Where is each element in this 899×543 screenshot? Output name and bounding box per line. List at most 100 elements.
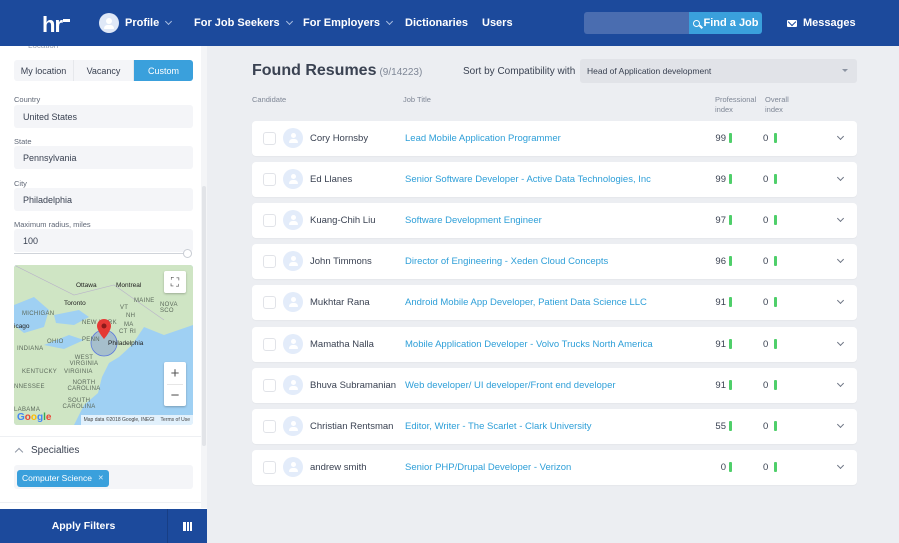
resume-row[interactable]: Mukhtar Rana Android Mobile App Developer…: [252, 285, 857, 321]
state-field[interactable]: Pennsylvania: [14, 146, 193, 169]
expand-chevron-icon[interactable]: [836, 132, 845, 141]
radius-slider-track[interactable]: [14, 253, 189, 254]
expand-chevron-icon[interactable]: [836, 215, 845, 223]
fullscreen-button[interactable]: ⛶: [164, 271, 186, 293]
row-checkbox[interactable]: [263, 337, 276, 351]
row-checkbox[interactable]: [263, 460, 276, 474]
candidate-name[interactable]: Christian Rentsman: [310, 421, 393, 432]
expand-chevron-icon[interactable]: [836, 174, 845, 182]
tab-vacancy[interactable]: Vacancy: [74, 60, 134, 81]
map-label: SOUTH CAROLINA: [62, 398, 96, 410]
map-label: OHIO: [47, 339, 64, 345]
radius-slider-handle[interactable]: [183, 249, 192, 258]
overall-index-value: 0: [763, 256, 769, 268]
specialty-tag-label: Computer Science: [22, 473, 92, 483]
candidate-name[interactable]: andrew smith: [310, 462, 367, 473]
city-field[interactable]: Philadelphia: [14, 188, 193, 211]
overall-index-bar: [774, 297, 777, 308]
overall-index-bar: [774, 379, 777, 390]
resume-row[interactable]: Bhuva Subramanian Web developer/ UI devel…: [252, 367, 857, 403]
zoom-out-button[interactable]: −: [167, 384, 183, 406]
job-title-link[interactable]: Software Development Engineer: [405, 215, 542, 226]
job-title-link[interactable]: Mobile Application Developer - Volvo Tru…: [405, 339, 653, 350]
resume-row[interactable]: Mamatha Nalla Mobile Application Develope…: [252, 326, 857, 362]
row-checkbox[interactable]: [263, 132, 276, 145]
chevron-down-icon: [385, 17, 394, 26]
resume-row[interactable]: Ed Llanes Senior Software Developer - Act…: [252, 162, 857, 198]
expand-chevron-icon[interactable]: [836, 461, 845, 469]
map-label: WEST VIRGINIA: [69, 355, 99, 367]
tab-custom[interactable]: Custom: [134, 60, 193, 81]
professional-index-value: 91: [715, 379, 726, 391]
caret-down-icon: [842, 69, 848, 72]
candidate-name[interactable]: Bhuva Subramanian: [310, 380, 396, 391]
specialties-toggle[interactable]: Specialties: [14, 445, 79, 457]
resume-row[interactable]: Kuang-Chih Liu Software Development Engin…: [252, 203, 857, 239]
logo-text: hr: [42, 12, 63, 37]
job-title-link[interactable]: Senior Software Developer - Active Data …: [405, 174, 651, 185]
expand-chevron-icon[interactable]: [836, 420, 845, 428]
map-label: MAINE: [134, 298, 155, 304]
expand-chevron-icon[interactable]: [836, 256, 845, 264]
nav-users[interactable]: Users: [482, 0, 513, 46]
map-view-button[interactable]: [168, 509, 207, 543]
row-checkbox[interactable]: [263, 296, 276, 310]
apply-filters-button[interactable]: Apply Filters: [0, 509, 168, 543]
sort-select[interactable]: Head of Application development: [580, 59, 857, 83]
overall-index-bar: [774, 338, 777, 349]
row-checkbox[interactable]: [263, 214, 276, 228]
find-job-button[interactable]: Find a Job: [689, 12, 762, 34]
radius-field[interactable]: 100: [14, 229, 193, 252]
row-checkbox[interactable]: [263, 378, 276, 392]
resume-row[interactable]: andrew smith Senior PHP/Drupal Developer …: [252, 449, 857, 485]
candidate-name[interactable]: Mukhtar Rana: [310, 297, 370, 308]
candidate-name[interactable]: Kuang-Chih Liu: [310, 215, 376, 226]
resume-row[interactable]: Christian Rentsman Editor, Writer - The S…: [252, 408, 857, 444]
candidate-name[interactable]: Mamatha Nalla: [310, 339, 374, 350]
job-title-link[interactable]: Director of Engineering - Xeden Cloud Co…: [405, 256, 608, 267]
specialties-input[interactable]: Computer Science ✕: [14, 465, 193, 489]
resume-row[interactable]: John Timmons Director of Engineering - Xe…: [252, 244, 857, 280]
map-label: CT RI: [119, 329, 137, 335]
job-title-link[interactable]: Android Mobile App Developer, Patient Da…: [405, 297, 647, 308]
row-checkbox[interactable]: [263, 255, 276, 269]
zoom-in-button[interactable]: +: [171, 362, 180, 384]
nav-job-seekers[interactable]: For Job Seekers: [194, 0, 293, 46]
job-search-input[interactable]: [584, 12, 689, 34]
professional-index-value: 0: [720, 461, 726, 473]
resume-row[interactable]: Cory Hornsby Lead Mobile Application Prog…: [252, 121, 857, 156]
row-checkbox[interactable]: [263, 419, 276, 433]
row-checkbox[interactable]: [263, 173, 276, 187]
candidate-name[interactable]: John Timmons: [310, 256, 372, 267]
map-marker-label: Philadelphia: [108, 340, 144, 347]
country-field[interactable]: United States: [14, 105, 193, 128]
logo[interactable]: hr: [42, 12, 70, 38]
job-title-link[interactable]: Lead Mobile Application Programmer: [405, 133, 561, 144]
terms-link[interactable]: Terms of Use: [161, 417, 190, 423]
tab-my-location[interactable]: My location: [14, 60, 74, 81]
job-title-link[interactable]: Web developer/ UI developer/Front end de…: [405, 380, 616, 391]
column-header-text: Overall: [765, 95, 789, 104]
expand-chevron-icon[interactable]: [836, 297, 845, 305]
professional-index-bar: [729, 256, 732, 267]
overall-index-bar: [774, 133, 777, 143]
nav-profile[interactable]: Profile: [99, 0, 173, 46]
map-label: NH: [126, 313, 136, 319]
location-map[interactable]: Ottawa Montreal Toronto MICHIGAN NEW YOR…: [14, 265, 193, 425]
nav-dictionaries[interactable]: Dictionaries: [405, 0, 468, 46]
overall-index-bar: [774, 215, 777, 226]
candidate-name[interactable]: Cory Hornsby: [310, 133, 368, 144]
remove-tag-icon[interactable]: ✕: [98, 474, 104, 482]
divider: [0, 502, 201, 503]
sidebar-scrollbar[interactable]: [201, 46, 207, 508]
candidate-name[interactable]: Ed Llanes: [310, 174, 352, 185]
candidate-avatar-icon: [283, 169, 303, 190]
nav-employers[interactable]: For Employers: [303, 0, 394, 46]
job-title-link[interactable]: Editor, Writer - The Scarlet - Clark Uni…: [405, 421, 592, 432]
nav-messages[interactable]: Messages: [787, 0, 856, 46]
sidebar-scrollbar-thumb[interactable]: [202, 186, 206, 446]
expand-chevron-icon[interactable]: [836, 379, 845, 387]
expand-chevron-icon[interactable]: [836, 338, 845, 346]
job-title-link[interactable]: Senior PHP/Drupal Developer - Verizon: [405, 462, 571, 473]
map-marker-icon[interactable]: [97, 319, 111, 339]
